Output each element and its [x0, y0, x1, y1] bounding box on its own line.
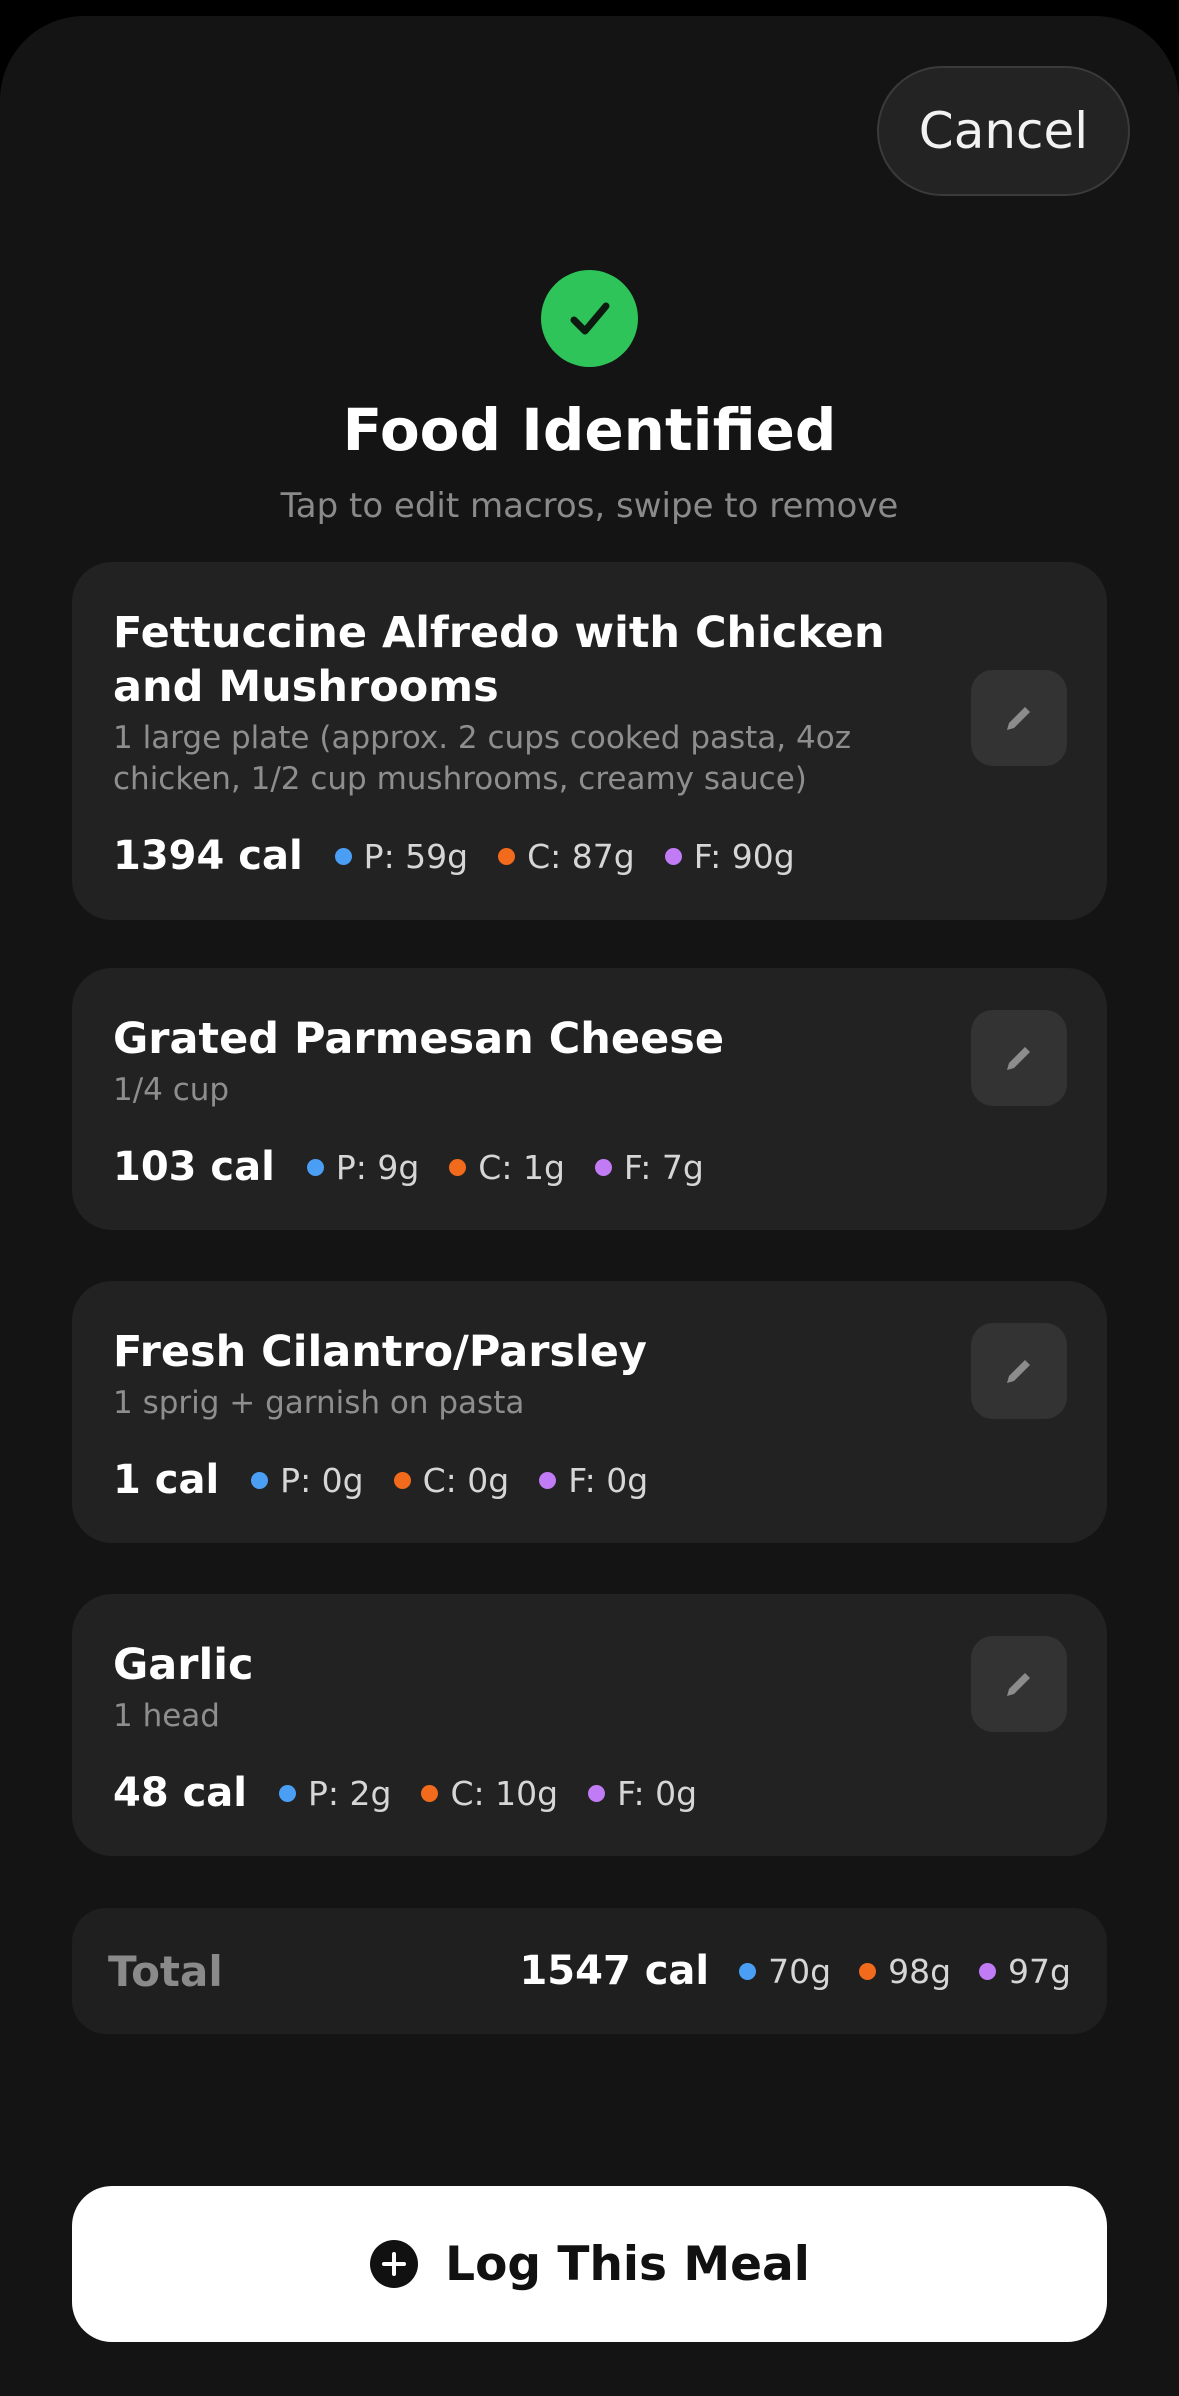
carbs-macro: C: 87g: [498, 837, 635, 876]
protein-macro: P: 59g: [334, 836, 469, 876]
fat-value: F: 0g: [568, 1460, 649, 1500]
protein-value: P: 9g: [335, 1147, 420, 1187]
carbs-value: C: 0g: [422, 1460, 510, 1500]
protein-macro: P: 0g: [251, 1460, 364, 1500]
calories-value: 48 cal: [113, 1770, 248, 1816]
fat-dot-icon: [594, 1158, 612, 1176]
protein-dot-icon: [251, 1471, 269, 1489]
carbs-macro: C: 1g: [449, 1148, 565, 1187]
edit-button[interactable]: [971, 670, 1067, 766]
calories-value: 103 cal: [113, 1144, 275, 1190]
food-name: Garlic: [113, 1640, 254, 1690]
protein-dot-icon: [279, 1784, 297, 1802]
checkmark-icon: [541, 270, 638, 367]
protein-dot-icon: [739, 1962, 757, 1980]
protein-value: P: 0g: [280, 1460, 364, 1500]
meal-review-sheet: Cancel Food Identified Tap to edit macro…: [0, 16, 1179, 2396]
page-title: Food Identified: [342, 396, 837, 464]
calories-value: 1 cal: [113, 1457, 220, 1503]
protein-macro: P: 2g: [279, 1774, 391, 1813]
log-meal-label: Log This Meal: [445, 2236, 810, 2292]
food-card[interactable]: Grated Parmesan Cheese 1/4 cup 103 cal P…: [72, 968, 1107, 1230]
fat-macro: F: 7g: [594, 1147, 704, 1187]
pencil-icon: [1007, 1047, 1030, 1070]
page-subtitle: Tap to edit macros, swipe to remove: [280, 486, 899, 526]
total-protein-value: 70g: [768, 1951, 832, 1991]
edit-button[interactable]: [971, 1323, 1067, 1419]
total-protein: 70g: [739, 1952, 831, 1991]
food-name: Fresh Cilantro/Parsley: [113, 1327, 647, 1377]
total-label: Total: [108, 1946, 223, 1996]
fat-macro: F: 90g: [664, 836, 795, 876]
carbs-macro: C: 10g: [421, 1774, 558, 1813]
food-name: Grated Parmesan Cheese: [113, 1014, 724, 1064]
fat-dot-icon: [539, 1471, 557, 1489]
carbs-dot-icon: [421, 1784, 439, 1802]
fat-dot-icon: [664, 847, 682, 865]
macro-row: 1394 cal P: 59g C: 87g F: 90g: [113, 826, 1067, 886]
macro-row: 103 cal P: 9g C: 1g F: 7g: [113, 1137, 1067, 1197]
log-meal-button[interactable]: Log This Meal: [72, 2186, 1107, 2342]
food-card[interactable]: Fettuccine Alfredo with Chicken and Mush…: [72, 562, 1107, 920]
carbs-dot-icon: [498, 847, 516, 865]
pencil-icon: [1007, 1360, 1030, 1383]
protein-macro: P: 9g: [306, 1147, 420, 1187]
carbs-value: C: 10g: [450, 1773, 559, 1813]
edit-button[interactable]: [971, 1636, 1067, 1732]
total-carbs-value: 98g: [888, 1951, 952, 1991]
protein-value: P: 2g: [308, 1773, 392, 1813]
total-carbs: 98g: [859, 1952, 951, 1991]
carbs-dot-icon: [393, 1471, 411, 1489]
total-calories: 1547 cal: [519, 1948, 710, 1994]
calories-value: 1394 cal: [113, 833, 303, 879]
macro-row: 1 cal P: 0g C: 0g F: 0g: [113, 1450, 1067, 1510]
carbs-value: C: 87g: [527, 836, 635, 876]
food-card[interactable]: Garlic 1 head 48 cal P: 2g C: 10g F: 0g: [72, 1594, 1107, 1856]
pencil-icon: [1007, 1673, 1030, 1696]
food-portion: 1 sprig + garnish on pasta: [113, 1385, 525, 1421]
food-portion: 1 large plate (approx. 2 cups cooked pas…: [113, 720, 851, 797]
food-name: Fettuccine Alfredo with Chicken and Mush…: [113, 608, 885, 712]
fat-value: F: 7g: [623, 1147, 704, 1187]
total-summary: Total 1547 cal 70g 98g 97g: [72, 1908, 1107, 2034]
total-fat-value: 97g: [1008, 1951, 1071, 1991]
food-portion: 1 head: [113, 1698, 220, 1734]
fat-dot-icon: [979, 1962, 997, 1980]
carbs-dot-icon: [449, 1158, 467, 1176]
fat-dot-icon: [588, 1784, 606, 1802]
plus-circle-icon: [370, 2240, 419, 2288]
cancel-button[interactable]: Cancel: [877, 66, 1130, 196]
protein-dot-icon: [306, 1158, 324, 1176]
food-portion: 1/4 cup: [113, 1072, 230, 1108]
carbs-dot-icon: [859, 1962, 877, 1980]
food-card[interactable]: Fresh Cilantro/Parsley 1 sprig + garnish…: [72, 1281, 1107, 1543]
edit-button[interactable]: [971, 1010, 1067, 1106]
carbs-value: C: 1g: [478, 1147, 565, 1187]
pencil-icon: [1007, 707, 1030, 730]
fat-macro: F: 0g: [588, 1774, 697, 1813]
carbs-macro: C: 0g: [393, 1460, 510, 1500]
protein-value: P: 59g: [363, 836, 469, 876]
total-fat: 97g: [979, 1952, 1071, 1991]
fat-macro: F: 0g: [539, 1461, 648, 1500]
fat-value: F: 0g: [617, 1773, 698, 1813]
macro-row: 48 cal P: 2g C: 10g F: 0g: [113, 1763, 1067, 1823]
fat-value: F: 90g: [693, 836, 795, 876]
protein-dot-icon: [334, 847, 352, 865]
